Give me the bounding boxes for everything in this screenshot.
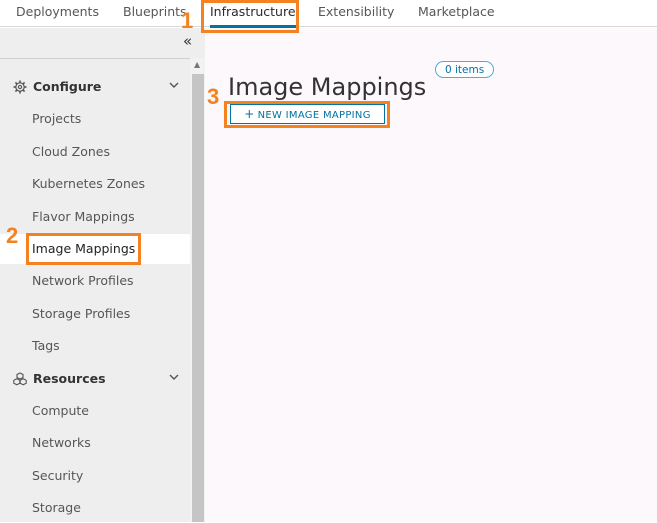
sidebar-item-storage-profiles[interactable]: Storage Profiles (0, 299, 190, 329)
sidebar-item-label: Network Profiles (32, 273, 134, 288)
sidebar-item-label: Compute (32, 403, 90, 418)
chevron-down-icon (169, 374, 179, 380)
sidebar-item-flavor-mappings[interactable]: Flavor Mappings (0, 202, 190, 232)
tab-blueprints[interactable]: Blueprints (123, 4, 187, 26)
chevron-down-icon (169, 82, 179, 88)
tab-marketplace[interactable]: Marketplace (418, 4, 495, 26)
gear-icon (13, 80, 27, 94)
sidebar-item-network-profiles[interactable]: Network Profiles (0, 266, 190, 296)
sidebar-divider (0, 58, 190, 59)
sidebar-item-label: Security (32, 468, 84, 483)
cubes-icon (13, 372, 27, 386)
sidebar-item-label: Tags (32, 338, 60, 353)
sidebar-item-label: Networks (32, 435, 91, 450)
sidebar-item-label: Storage Profiles (32, 306, 131, 321)
step-2-highlight-box (26, 233, 141, 265)
double-chevron-left-icon[interactable]: « (183, 33, 192, 49)
step-1-highlight-box (201, 0, 299, 33)
top-navigation: Deployments Blueprints Infrastructure Ex… (0, 0, 657, 28)
step-1-number: 1 (181, 8, 194, 33)
tab-extensibility[interactable]: Extensibility (318, 4, 394, 26)
tab-deployments[interactable]: Deployments (16, 4, 99, 26)
sidebar-item-label: Storage (32, 500, 81, 515)
sidebar-item-label: Projects (32, 111, 82, 126)
sidebar-group-label: Configure (33, 79, 102, 94)
step-3-highlight-box (224, 101, 390, 128)
sidebar-group-label: Resources (33, 371, 106, 386)
sidebar-item-storage[interactable]: Storage (0, 493, 190, 523)
sidebar-group-resources[interactable]: Resources (0, 367, 190, 391)
sidebar-item-label: Kubernetes Zones (32, 176, 146, 191)
sidebar-item-label: Cloud Zones (32, 144, 111, 159)
scrollbar-thumb[interactable] (192, 74, 204, 522)
step-3-number: 3 (207, 84, 220, 109)
sidebar-item-tags[interactable]: Tags (0, 331, 190, 361)
sidebar-item-label: Flavor Mappings (32, 209, 135, 224)
sidebar-group-configure[interactable]: Configure (0, 75, 190, 99)
item-count-badge: 0 items (435, 61, 495, 78)
step-2-number: 2 (6, 223, 19, 248)
sidebar-item-security[interactable]: Security (0, 461, 190, 491)
sidebar-item-networks[interactable]: Networks (0, 428, 190, 458)
sidebar-item-compute[interactable]: Compute (0, 396, 190, 426)
page-title: Image Mappings (228, 73, 427, 102)
scroll-up-arrow-icon[interactable]: ▲ (194, 60, 200, 69)
sidebar-item-cloud-zones[interactable]: Cloud Zones (0, 137, 190, 167)
sidebar-item-kubernetes-zones[interactable]: Kubernetes Zones (0, 169, 190, 199)
sidebar-item-projects[interactable]: Projects (0, 104, 190, 134)
